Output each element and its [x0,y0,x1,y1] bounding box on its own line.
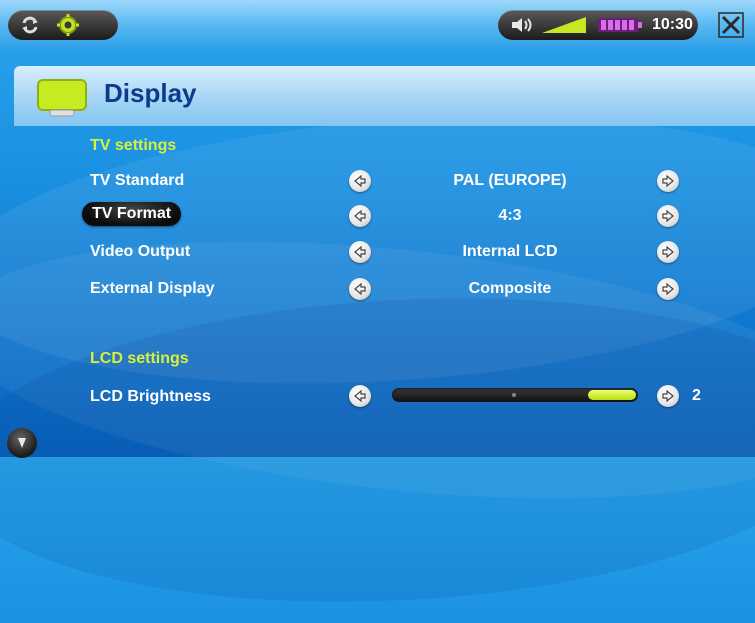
battery-icon [598,18,642,37]
setting-value-tv-format: 4:3 [498,207,522,224]
brightness-slider[interactable] [392,388,638,402]
settings-gear-icon[interactable] [56,13,80,37]
setting-value-tv-standard: PAL (EUROPE) [453,172,567,189]
close-icon[interactable] [718,12,744,38]
left-arrow-icon[interactable] [349,278,371,300]
left-arrow-icon[interactable] [349,170,371,192]
setting-label-tv-format[interactable]: TV Format [82,202,182,226]
brightness-value: 2 [692,387,701,404]
right-arrow-icon[interactable] [657,205,679,227]
setting-label-video-output[interactable]: Video Output [90,243,190,261]
sync-icon[interactable] [18,13,42,37]
down-arrow-icon [18,438,26,448]
setting-value-external-display: Composite [468,280,552,297]
slider-center-mark [512,393,516,397]
background-wave [0,276,755,623]
page-header: Display [14,66,755,126]
right-arrow-icon[interactable] [657,241,679,263]
display-monitor-icon [36,78,88,118]
status-pill: 10:30 [498,10,698,40]
page-title: Display [104,78,197,108]
setting-label-lcd-brightness[interactable]: LCD Brightness [90,388,211,406]
right-arrow-icon[interactable] [657,170,679,192]
right-arrow-icon[interactable] [657,278,679,300]
left-arrow-icon[interactable] [349,241,371,263]
scroll-down-button[interactable] [7,428,37,458]
left-arrow-icon[interactable] [349,205,371,227]
left-arrow-icon[interactable] [349,385,371,407]
setting-value-video-output: Internal LCD [462,243,558,260]
right-arrow-icon[interactable] [657,385,679,407]
app-switch-pill [8,10,118,40]
volume-level-icon [542,16,588,39]
setting-label-tv-standard[interactable]: TV Standard [90,172,184,190]
speaker-icon[interactable] [510,16,536,39]
clock: 10:30 [652,16,693,33]
slider-fill [588,390,636,400]
setting-label-external-display[interactable]: External Display [90,280,215,298]
lcd-settings-section-label: LCD settings [90,350,189,367]
tv-settings-section-label: TV settings [90,137,177,154]
status-bar: 10:30 [0,0,755,50]
